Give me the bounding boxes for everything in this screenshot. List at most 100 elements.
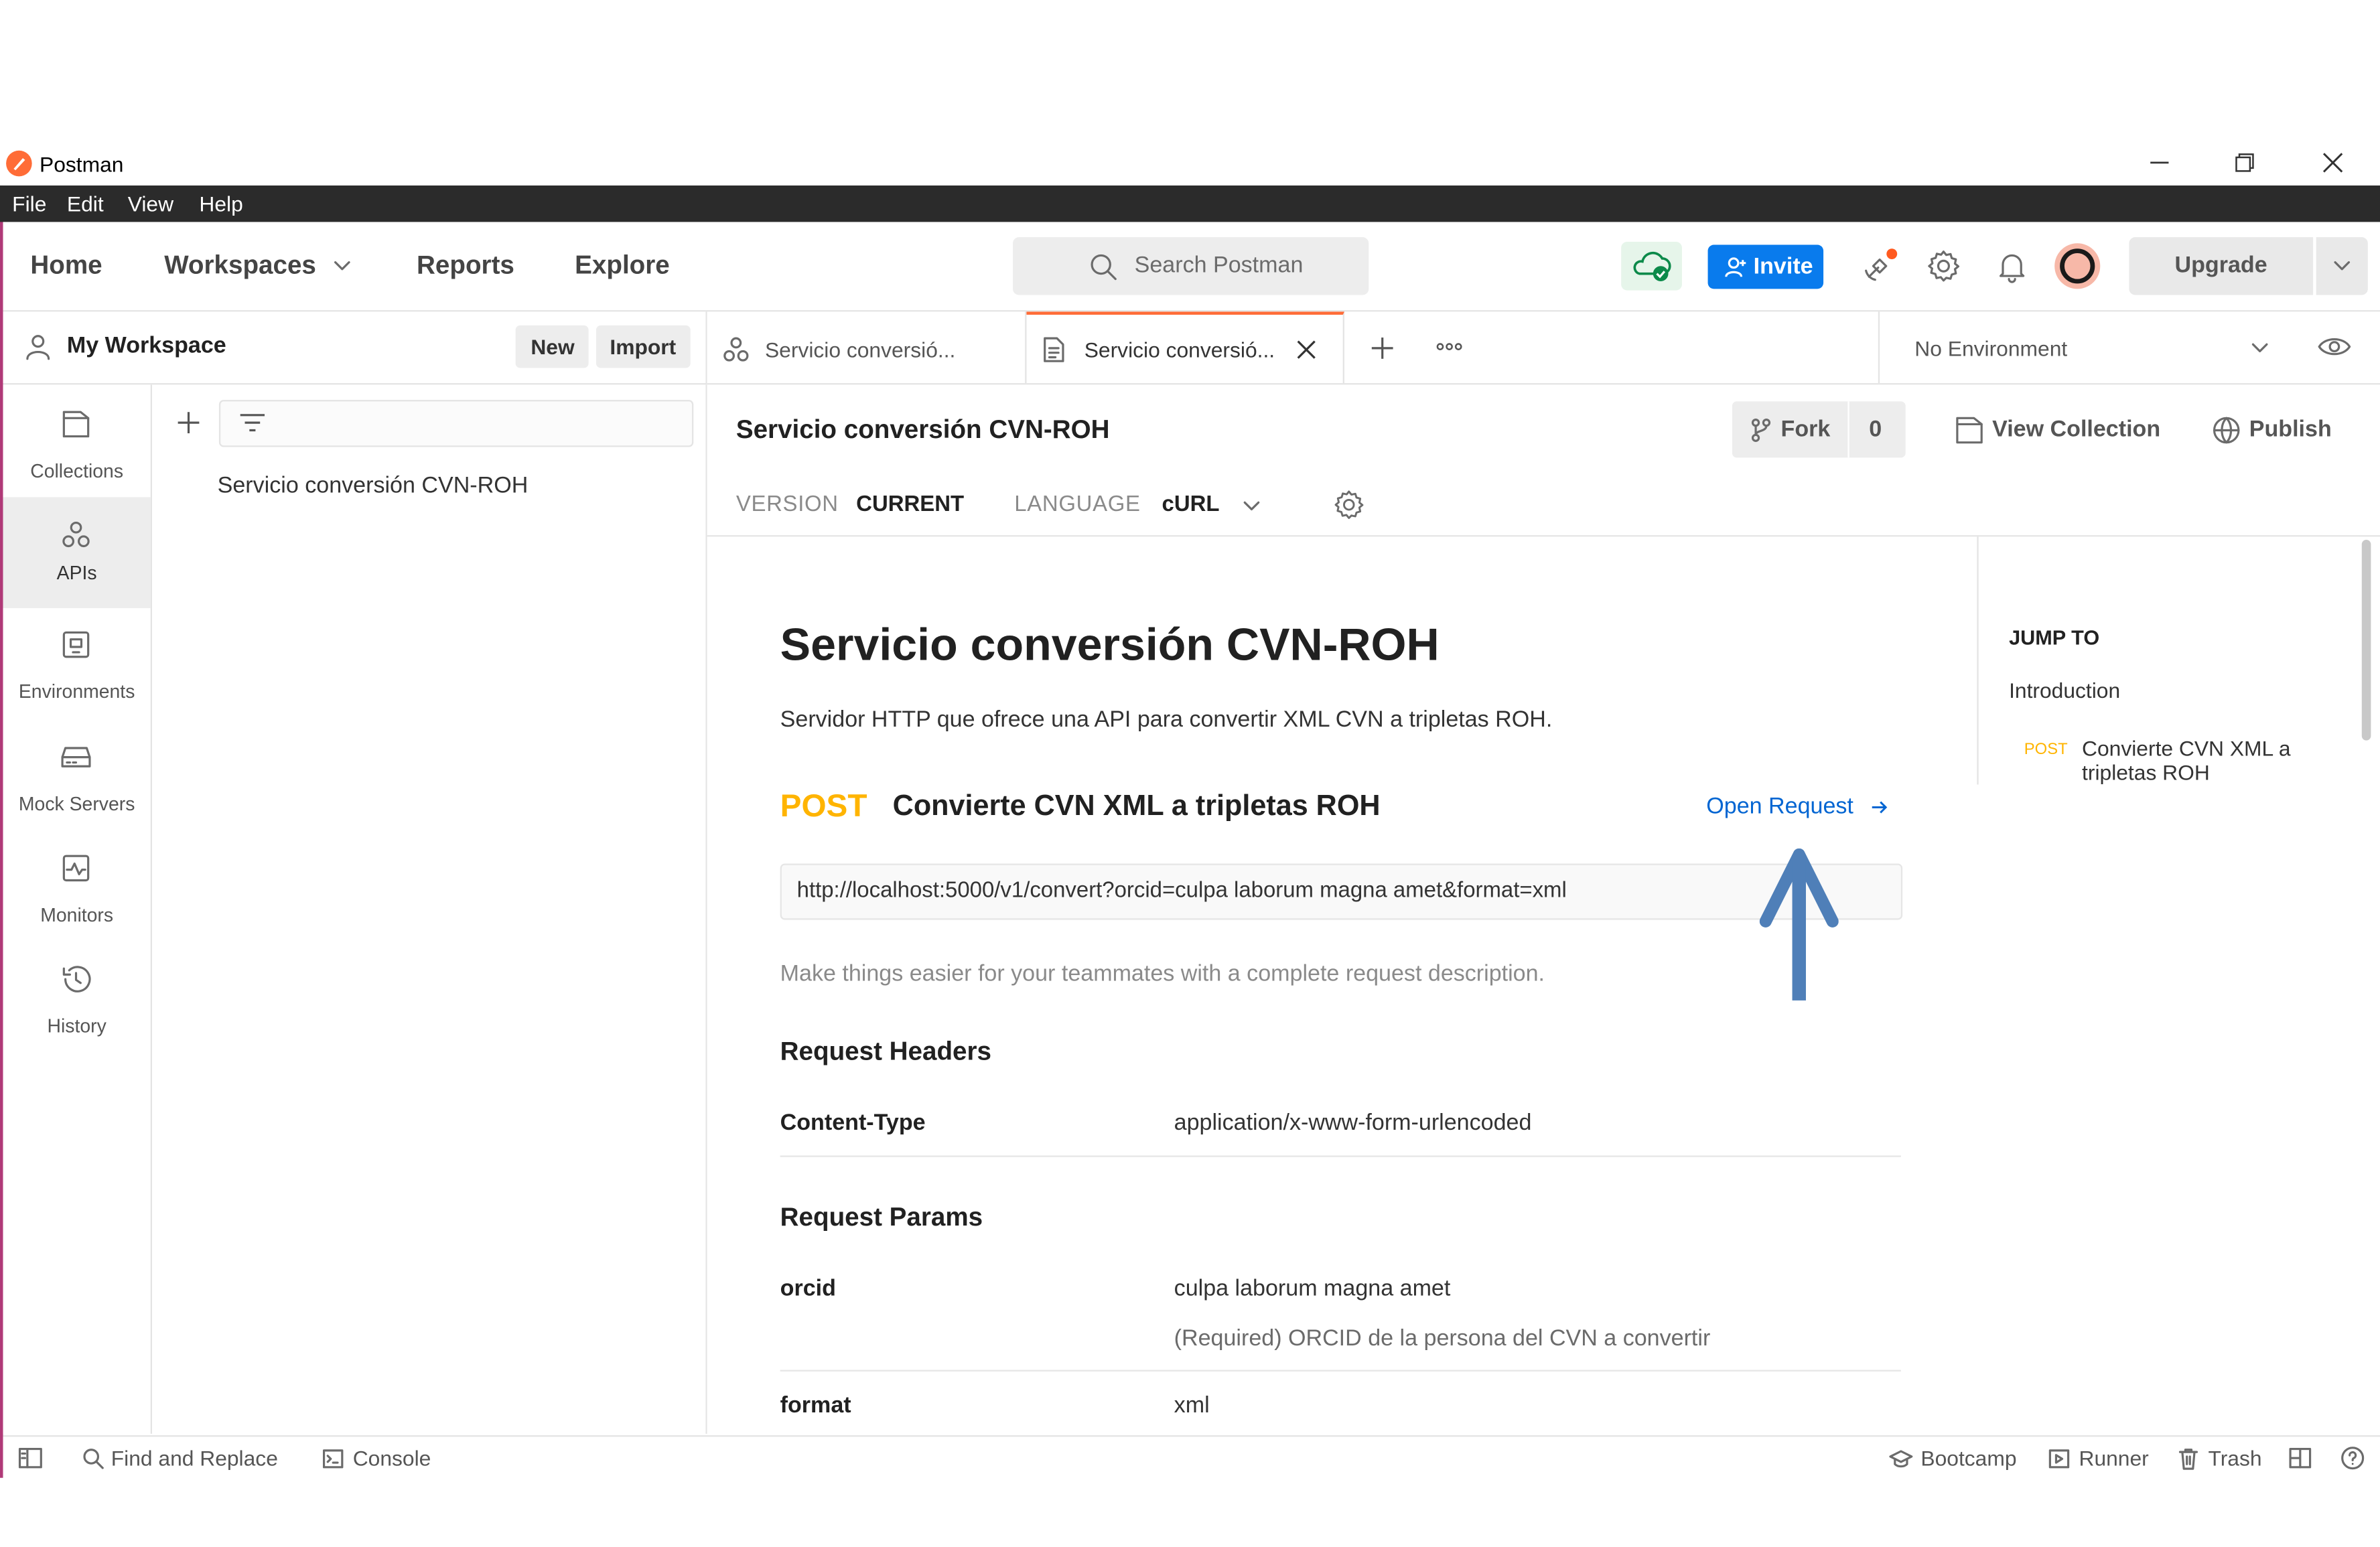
filter-input[interactable] — [218, 400, 694, 447]
fork-button[interactable]: Fork 0 — [1732, 401, 1906, 458]
gear-icon[interactable] — [1332, 488, 1366, 522]
new-button[interactable]: New — [515, 325, 589, 368]
request-url: http://localhost:5000/v1/convert?orcid=c… — [796, 879, 1567, 903]
upgrade-dropdown[interactable] — [2316, 237, 2368, 295]
sidebar-item-collections[interactable]: Collections — [3, 397, 151, 500]
title-bar: Postman — [0, 143, 2380, 186]
console-label: Console — [352, 1446, 431, 1471]
search-input[interactable]: Search Postman — [1013, 237, 1369, 295]
param-key: format — [780, 1392, 851, 1419]
app-header: Home Workspaces Reports Explore Search P… — [3, 222, 2380, 312]
workspace-bar: My Workspace New Import — [3, 311, 707, 385]
trash-icon — [2178, 1447, 2199, 1470]
chevron-down-icon — [2333, 259, 2351, 274]
params-title: Request Params — [780, 1202, 983, 1232]
help-icon[interactable] — [2340, 1446, 2365, 1470]
language-select[interactable]: cURL — [1162, 491, 1220, 521]
divider — [780, 1155, 1901, 1157]
collections-icon — [61, 409, 91, 439]
search-icon — [82, 1447, 105, 1470]
left-sidebar: Collections APIs Environments Mock Serve… — [3, 384, 153, 1434]
gear-icon[interactable] — [1925, 248, 1961, 284]
sidebar-toggle-icon[interactable] — [18, 1447, 42, 1469]
apis-icon — [722, 336, 750, 364]
runner-icon — [2048, 1449, 2070, 1469]
sync-status-icon[interactable] — [1621, 241, 1682, 291]
plus-icon[interactable] — [176, 411, 200, 435]
doc-description: Servidor HTTP que ofrece una API para co… — [780, 707, 1553, 733]
scrollbar-thumb[interactable] — [2361, 539, 2371, 741]
document-icon — [1042, 336, 1066, 364]
tab-1-label: Servicio conversió... — [764, 338, 956, 362]
tab-2-label: Servicio conversió... — [1084, 338, 1275, 362]
nav-reports[interactable]: Reports — [417, 251, 514, 281]
menu-file[interactable]: File — [12, 192, 46, 216]
workspace-name[interactable]: My Workspace — [67, 333, 226, 359]
header-value: application/x-www-form-urlencoded — [1174, 1110, 1532, 1136]
plus-icon[interactable] — [1371, 336, 1395, 360]
nav-home[interactable]: Home — [30, 251, 102, 281]
tabs-bar: Servicio conversió... Servicio conversió… — [707, 311, 2380, 385]
version-value[interactable]: CURRENT — [856, 493, 964, 517]
chevron-down-icon — [333, 259, 351, 274]
sidebar-item-label: Environments — [18, 681, 135, 703]
chevron-down-icon — [1243, 499, 1261, 514]
menu-edit[interactable]: Edit — [67, 192, 104, 216]
runner-label: Runner — [2079, 1446, 2149, 1471]
collections-icon — [1954, 415, 1984, 445]
sidebar-item-history[interactable]: History — [3, 950, 151, 1053]
eye-icon[interactable] — [2318, 334, 2351, 358]
add-user-icon — [1723, 255, 1747, 279]
close-window-icon[interactable] — [2322, 152, 2344, 173]
version-label: VERSION — [736, 492, 839, 517]
sidebar-item-environments[interactable]: Environments — [3, 615, 151, 719]
jump-to-introduction[interactable]: Introduction — [2009, 678, 2120, 703]
upgrade-button[interactable]: Upgrade — [2129, 237, 2314, 295]
search-icon — [1089, 252, 1118, 281]
list-item[interactable]: Servicio conversión CVN-ROH — [218, 473, 529, 499]
api-header: Servicio conversión CVN-ROH Fork 0 View … — [707, 384, 2380, 537]
bell-icon[interactable] — [1993, 248, 2030, 284]
upgrade-label: Upgrade — [2174, 252, 2267, 279]
sidebar-item-label: History — [47, 1015, 107, 1037]
invite-button[interactable]: Invite — [1707, 244, 1824, 289]
more-icon[interactable] — [1436, 342, 1463, 352]
doc-title: Servicio conversión CVN-ROH — [780, 620, 1440, 671]
user-icon — [24, 333, 52, 360]
restore-icon[interactable] — [2234, 152, 2255, 173]
environment-selector[interactable]: No Environment — [1878, 311, 2380, 384]
window-title: Postman — [40, 152, 124, 177]
arrow-right-icon — [1870, 798, 1888, 816]
layout-toggle-icon[interactable] — [2289, 1447, 2312, 1469]
open-request-link[interactable]: Open Request — [1706, 794, 1853, 821]
sidebar-item-apis[interactable]: APIs — [3, 497, 151, 609]
tab-2[interactable]: Servicio conversió... — [1026, 311, 1344, 384]
tab-1[interactable]: Servicio conversió... — [707, 311, 1027, 384]
nav-explore[interactable]: Explore — [575, 251, 670, 281]
jump-to-title: JUMP TO — [2009, 626, 2100, 650]
sidebar-item-label: Mock Servers — [18, 794, 135, 815]
import-button[interactable]: Import — [596, 325, 691, 368]
api-list-panel: Servicio conversión CVN-ROH — [152, 384, 707, 1434]
description-hint[interactable]: Make things easier for your teammates wi… — [780, 961, 1545, 987]
menu-view[interactable]: View — [128, 192, 173, 216]
mock-servers-icon — [60, 742, 93, 772]
satellite-icon[interactable] — [1862, 248, 1901, 287]
documentation-pane: Servicio conversión CVN-ROH Servidor HTT… — [707, 536, 1977, 1434]
request-name: Convierte CVN XML a tripletas ROH — [892, 790, 1381, 823]
postman-logo-icon — [6, 150, 32, 177]
request-method: POST — [780, 789, 867, 824]
jump-to-request[interactable]: Convierte CVN XML a tripletas ROH — [2082, 736, 2295, 785]
nav-workspaces[interactable]: Workspaces — [164, 251, 316, 281]
close-tab-icon[interactable] — [1296, 339, 1317, 360]
sidebar-item-monitors[interactable]: Monitors — [3, 839, 151, 942]
menu-help[interactable]: Help — [199, 192, 242, 216]
minimize-icon[interactable] — [2149, 152, 2170, 173]
apis-icon — [61, 520, 91, 550]
import-label: Import — [610, 334, 677, 359]
console-icon — [322, 1449, 344, 1469]
avatar[interactable] — [2054, 243, 2101, 289]
jump-to-panel: JUMP TO Introduction POST Convierte CVN … — [1977, 536, 2359, 785]
sidebar-item-mock-servers[interactable]: Mock Servers — [3, 728, 151, 831]
request-url-box[interactable]: http://localhost:5000/v1/convert?orcid=c… — [780, 863, 1903, 920]
